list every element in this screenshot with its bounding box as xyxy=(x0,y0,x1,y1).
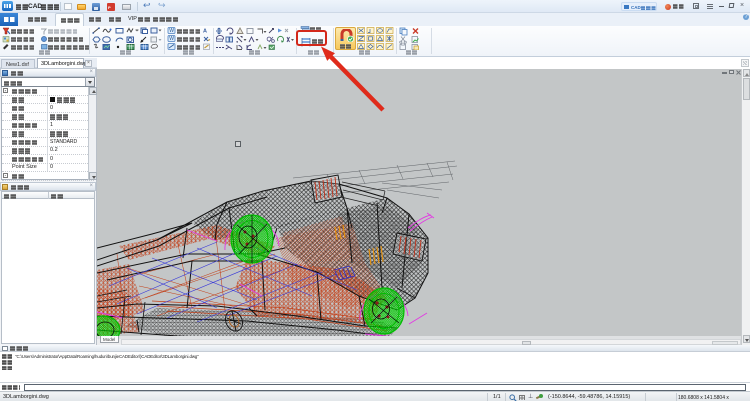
svg-text:A: A xyxy=(203,29,207,35)
svg-text:W: W xyxy=(169,36,174,42)
svg-text:W: W xyxy=(169,28,174,34)
